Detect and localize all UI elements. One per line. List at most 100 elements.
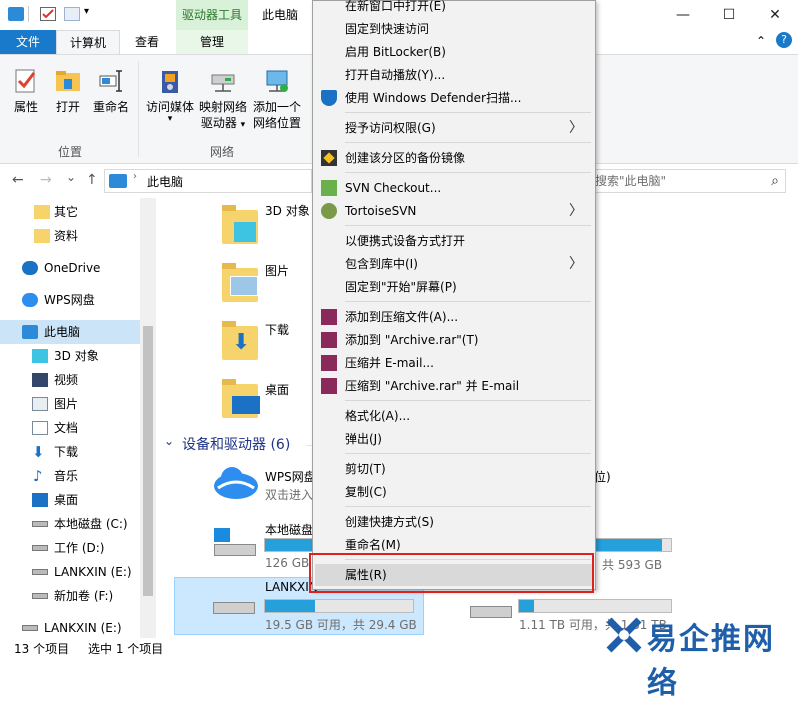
menu-item-label: 授予访问权限(G)	[345, 121, 436, 135]
winrar-icon	[321, 309, 337, 325]
menu-item-pin-quick-access[interactable]: 固定到快速访问	[315, 18, 593, 40]
minimize-button[interactable]: —	[660, 0, 706, 30]
menu-item-label: 压缩到 "Archive.rar" 并 E-mail	[345, 379, 520, 393]
folder-label: 下载	[265, 323, 290, 337]
menu-item-svn-checkout[interactable]: SVN Checkout...	[315, 177, 593, 199]
menu-item-label: 固定到快速访问	[345, 22, 430, 36]
menu-item-compress-rar-email[interactable]: 压缩到 "Archive.rar" 并 E-mail	[315, 375, 593, 397]
tab-manage[interactable]: 管理	[176, 30, 248, 54]
tab-computer[interactable]: 计算机	[56, 30, 120, 54]
item-count: 13 个项目	[14, 642, 70, 656]
new-folder-quick-icon[interactable]	[64, 7, 80, 21]
ribbon-properties-button[interactable]: 属性	[8, 67, 44, 115]
menu-item-open-new-window[interactable]: 在新窗口中打开(E)	[315, 0, 593, 17]
menu-item-format[interactable]: 格式化(A)...	[315, 405, 593, 427]
access-media-dropdown-icon[interactable]: ▾	[144, 115, 196, 124]
sidebar-item-documents[interactable]: 文档	[0, 416, 140, 440]
section-header-devices[interactable]: 设备和驱动器 (6)	[182, 434, 290, 454]
drive-c-tile[interactable]	[212, 528, 260, 564]
menu-item-open-portable[interactable]: 以便携式设备方式打开	[315, 230, 593, 252]
search-icon[interactable]: ⌕	[771, 170, 779, 192]
menu-item-label: 以便携式设备方式打开	[345, 234, 466, 248]
winrar-icon	[321, 332, 337, 348]
menu-item-pin-start[interactable]: 固定到"开始"屏幕(P)	[315, 276, 593, 298]
sidebar-item-materials[interactable]: 资料	[0, 224, 140, 248]
menu-item-cut[interactable]: 剪切(T)	[315, 458, 593, 480]
sidebar-item-drive-d[interactable]: 工作 (D:)	[0, 536, 140, 560]
sidebar-item-music[interactable]: ♪ 音乐	[0, 464, 140, 488]
menu-item-label: 启用 BitLocker(B)	[345, 45, 446, 59]
folder-label: 图片	[265, 264, 290, 278]
ribbon-access-media-button[interactable]: 访问媒体 ▾	[144, 67, 196, 124]
sidebar-item-drive-e-root[interactable]: LANKXIN (E:)	[0, 616, 140, 640]
menu-item-bitlocker[interactable]: 启用 BitLocker(B)	[315, 41, 593, 63]
breadcrumb-chevron-icon[interactable]: ›	[133, 171, 137, 182]
sidebar-scrollbar-thumb[interactable]	[143, 326, 153, 596]
hard-drive-icon	[470, 606, 512, 618]
sidebar-item-other[interactable]: 其它	[0, 200, 140, 224]
customize-quick-access-icon[interactable]: ▾	[84, 6, 89, 17]
sidebar-item-downloads[interactable]: ⬇ 下载	[0, 440, 140, 464]
sidebar-item-label: 此电脑	[44, 325, 81, 339]
sidebar-item-this-pc[interactable]: 此电脑	[0, 320, 140, 344]
menu-item-grant-access[interactable]: 授予访问权限(G) 〉	[315, 117, 593, 139]
sidebar-item-wps-drive[interactable]: WPS网盘	[0, 288, 140, 312]
forward-button[interactable]: →	[40, 172, 52, 188]
up-button[interactable]: ↑	[86, 172, 98, 188]
ribbon-map-drive-button[interactable]: 映射网络 驱动器 ▾	[196, 67, 250, 133]
drive-label: 本地磁盘	[265, 523, 314, 537]
wps-drive-tile[interactable]	[212, 462, 260, 502]
sidebar-item-3d-objects[interactable]: 3D 对象	[0, 344, 140, 368]
menu-item-label: 剪切(T)	[345, 462, 386, 476]
collapse-ribbon-icon[interactable]: ⌃	[756, 34, 766, 48]
sidebar-item-onedrive[interactable]: OneDrive	[0, 256, 140, 280]
section-collapse-icon[interactable]: ⌄	[164, 434, 174, 448]
computer-icon[interactable]	[8, 7, 24, 21]
search-input[interactable]: 搜索"此电脑" ⌕	[586, 169, 786, 193]
recent-locations-button[interactable]: ⌄	[66, 170, 76, 184]
menu-item-add-archive-rar[interactable]: 添加到 "Archive.rar"(T)	[315, 329, 593, 351]
menu-item-backup-image[interactable]: 创建该分区的备份镜像	[315, 147, 593, 169]
sidebar-item-drive-e[interactable]: LANKXIN (E:)	[0, 560, 140, 584]
menu-item-eject[interactable]: 弹出(J)	[315, 428, 593, 450]
watermark: 易企推网络	[605, 612, 795, 701]
menu-item-copy[interactable]: 复制(C)	[315, 481, 593, 503]
group-separator	[138, 61, 139, 157]
ribbon-add-location-label-1: 添加一个	[252, 100, 301, 114]
help-icon[interactable]: ?	[776, 32, 792, 48]
menu-item-add-archive[interactable]: 添加到压缩文件(A)...	[315, 306, 593, 328]
backup-icon	[321, 150, 337, 166]
breadcrumb-path[interactable]: 此电脑	[147, 173, 183, 190]
menu-separator	[345, 172, 591, 173]
tab-file[interactable]: 文件	[0, 30, 56, 54]
properties-quick-icon[interactable]	[40, 7, 56, 21]
maximize-button[interactable]: ☐	[706, 0, 752, 30]
menu-item-create-shortcut[interactable]: 创建快捷方式(S)	[315, 511, 593, 533]
sidebar-item-desktop[interactable]: 桌面	[0, 488, 140, 512]
ribbon-open-button[interactable]: 打开	[50, 67, 86, 115]
sidebar-item-pictures[interactable]: 图片	[0, 392, 140, 416]
tab-view[interactable]: 查看	[120, 30, 174, 54]
address-bar[interactable]: › 此电脑	[104, 169, 312, 193]
navigation-pane: 其它 资料 OneDrive WPS网盘 此电脑 3D 对象 视频 图片 文档 …	[0, 198, 156, 638]
menu-item-include-library[interactable]: 包含到库中(I) 〉	[315, 253, 593, 275]
menu-item-compress-email[interactable]: 压缩并 E-mail...	[315, 352, 593, 374]
cube-icon	[32, 349, 48, 363]
sidebar-item-drive-f[interactable]: 新加卷 (F:)	[0, 584, 140, 608]
drive-f-tile[interactable]	[468, 600, 516, 624]
ribbon-rename-button[interactable]: 重命名	[90, 67, 132, 115]
map-drive-dropdown-icon[interactable]: ▾	[241, 120, 246, 130]
sidebar-item-videos[interactable]: 视频	[0, 368, 140, 392]
picture-icon	[230, 276, 258, 296]
film-icon	[32, 373, 48, 387]
hard-drive-icon	[32, 521, 48, 527]
media-icon	[156, 67, 184, 95]
back-button[interactable]: ←	[12, 172, 24, 188]
menu-item-autoplay[interactable]: 打开自动播放(Y)...	[315, 64, 593, 86]
sidebar-item-drive-c[interactable]: 本地磁盘 (C:)	[0, 512, 140, 536]
close-button[interactable]: ✕	[752, 0, 798, 30]
menu-item-tortoisesvn[interactable]: TortoiseSVN 〉	[315, 200, 593, 222]
ribbon-add-location-button[interactable]: 添加一个 网络位置	[250, 67, 304, 131]
menu-item-defender-scan[interactable]: 使用 Windows Defender扫描...	[315, 87, 593, 109]
ribbon-add-location-label-2: 网络位置	[252, 116, 301, 130]
